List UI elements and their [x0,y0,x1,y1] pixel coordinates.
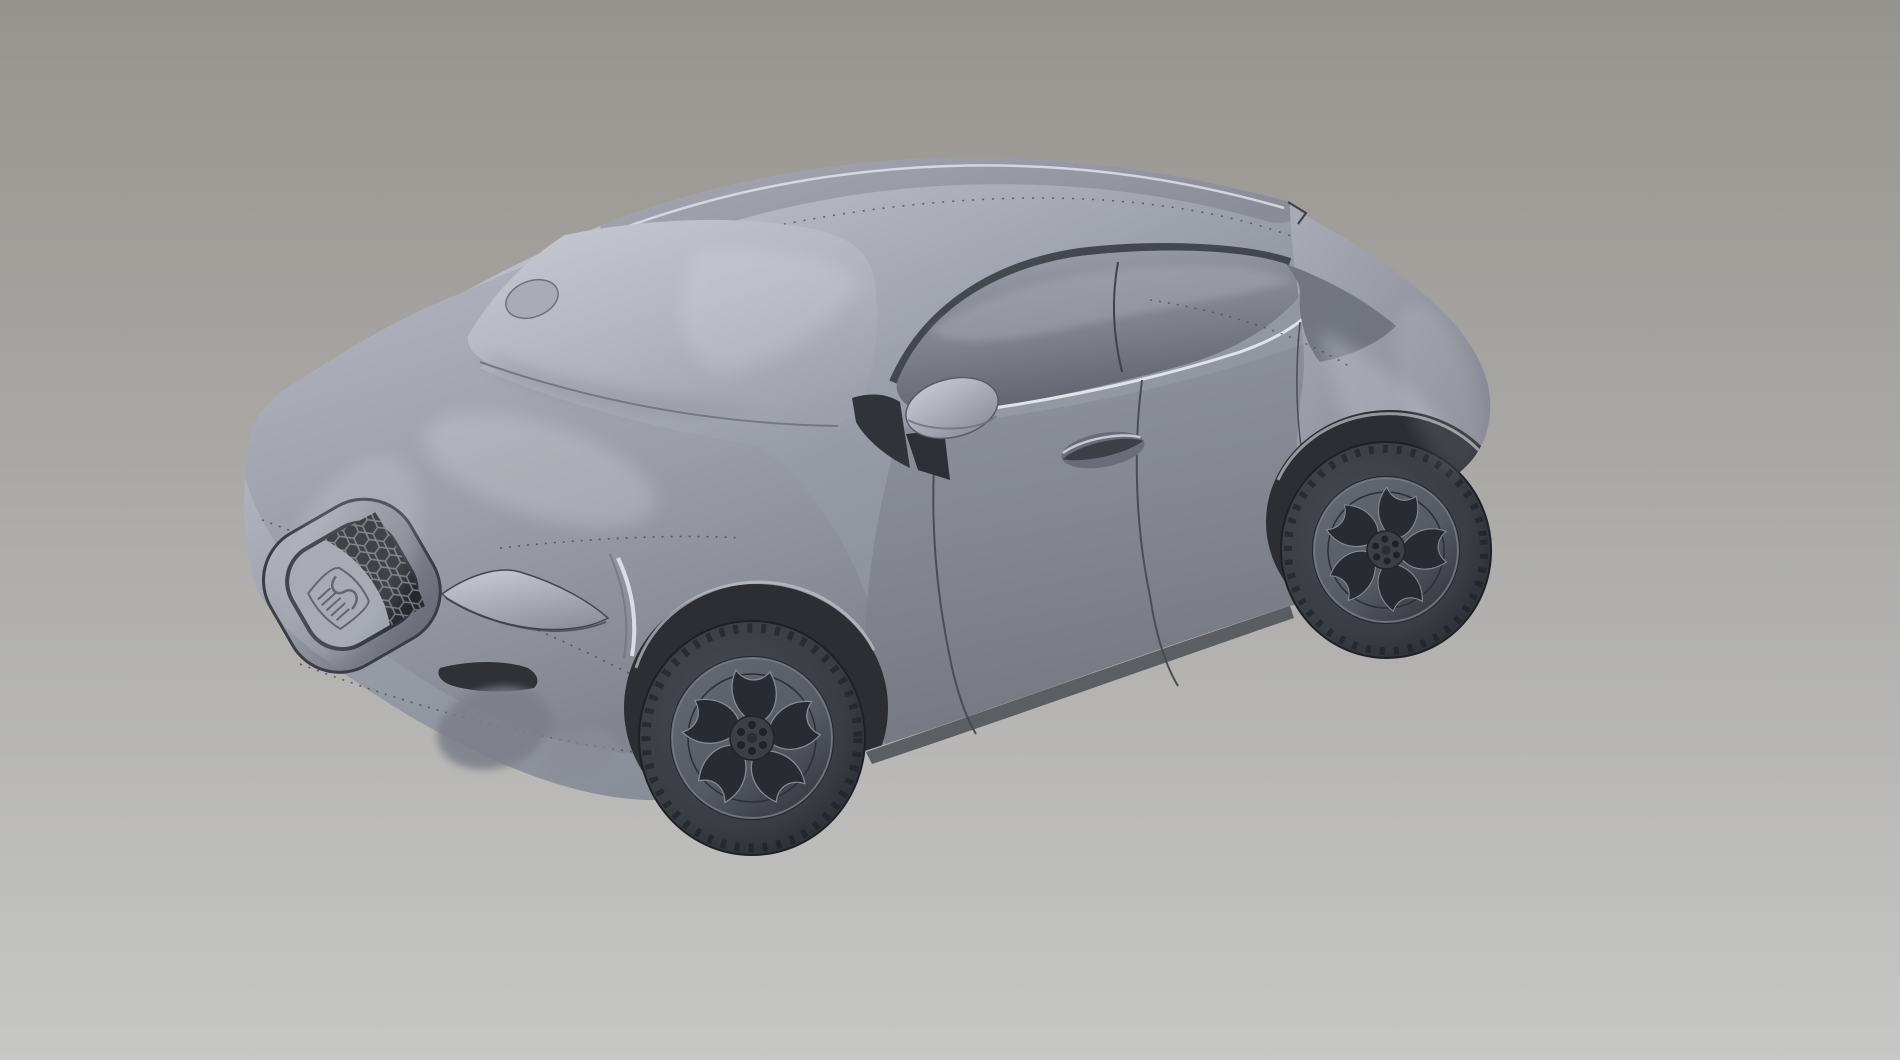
cad-viewport[interactable] [0,0,1900,1060]
front-wheel[interactable] [639,621,865,855]
car-model[interactable] [0,157,1514,855]
render-canvas[interactable] [0,0,1900,1060]
